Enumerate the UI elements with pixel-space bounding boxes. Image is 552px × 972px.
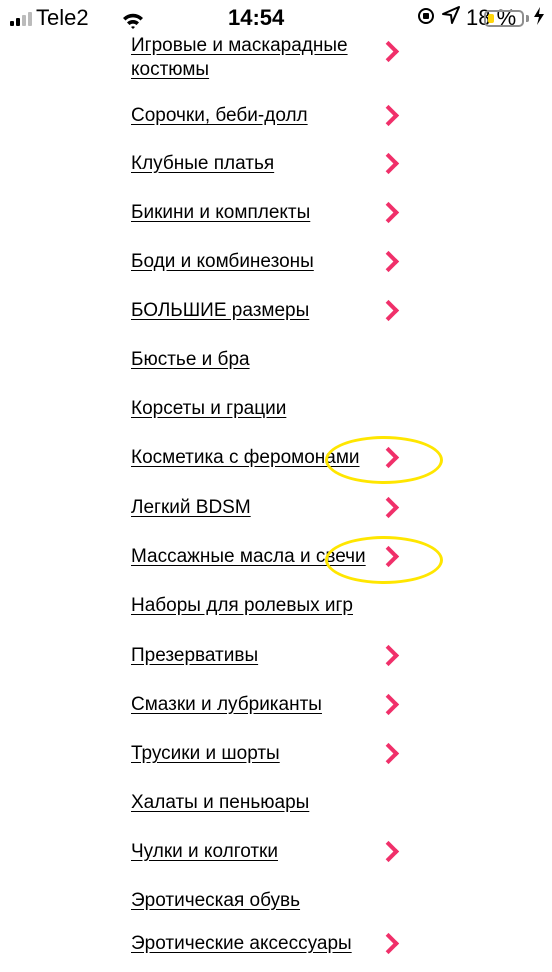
menu-item-label[interactable]: Халаты и пеньюары (131, 792, 309, 813)
menu-item-label[interactable]: Смазки и лубриканты (131, 694, 322, 715)
menu-item[interactable]: Презервативы (131, 644, 421, 684)
signal-icon (10, 12, 32, 26)
menu-item-label[interactable]: Косметика с феромонами (131, 447, 360, 468)
menu-item[interactable]: Легкий BDSM (131, 496, 421, 536)
category-menu: Игровые и маскарадные костюмы Сорочки, б… (0, 0, 552, 962)
menu-item-label[interactable]: Бюстье и бра (131, 349, 250, 370)
menu-item[interactable]: Косметика с феромонами (131, 446, 421, 486)
menu-item[interactable]: Наборы для ролевых игр (131, 594, 421, 634)
menu-item-label[interactable]: Боди и комбинезоны (131, 251, 314, 272)
status-bar: Tele2 14:54 18 % (0, 0, 552, 36)
menu-item[interactable]: Смазки и лубриканты (131, 693, 421, 733)
menu-item[interactable]: Чулки и колготки (131, 840, 421, 880)
chevron-right-icon[interactable] (377, 840, 400, 863)
menu-item-label[interactable]: БОЛЬШИЕ размеры (131, 300, 309, 321)
menu-item-label[interactable]: Презервативы (131, 645, 258, 666)
menu-item[interactable]: Бикини и комплекты (131, 201, 421, 241)
menu-item[interactable]: Игровые и маскарадные костюмы (131, 34, 421, 84)
menu-item[interactable]: Клубные платья (131, 152, 421, 192)
battery-icon (484, 10, 524, 27)
battery-level (488, 14, 494, 23)
battery-tip (526, 15, 529, 22)
menu-item[interactable]: БОЛЬШИЕ размеры (131, 299, 421, 339)
menu-item[interactable]: Корсеты и грации (131, 397, 421, 437)
menu-item-label[interactable]: Массажные масла и свечи (131, 546, 366, 567)
chevron-right-icon[interactable] (377, 104, 400, 127)
chevron-right-icon[interactable] (377, 742, 400, 765)
carrier-name: Tele2 (36, 5, 89, 30)
chevron-right-icon[interactable] (377, 932, 400, 955)
menu-item-label[interactable]: Трусики и шорты (131, 743, 280, 764)
menu-item[interactable]: Массажные масла и свечи (131, 545, 421, 585)
chevron-right-icon[interactable] (377, 446, 400, 469)
menu-item-label[interactable]: Игровые и маскарадные костюмы (131, 34, 371, 82)
menu-item[interactable]: Эротические аксессуары (131, 932, 421, 972)
menu-item[interactable]: Эротическая обувь (131, 889, 421, 929)
menu-item-label[interactable]: Эротическая обувь (131, 890, 300, 911)
menu-item-label[interactable]: Чулки и колготки (131, 841, 278, 862)
chevron-right-icon[interactable] (377, 250, 400, 273)
chevron-right-icon[interactable] (377, 545, 400, 568)
menu-item-label[interactable]: Бикини и комплекты (131, 202, 310, 223)
chevron-right-icon[interactable] (377, 40, 400, 63)
chevron-right-icon[interactable] (377, 299, 400, 322)
menu-item-label[interactable]: Корсеты и грации (131, 398, 286, 419)
wifi-icon (122, 9, 144, 35)
chevron-right-icon[interactable] (377, 644, 400, 667)
chevron-right-icon[interactable] (377, 201, 400, 224)
menu-item[interactable]: Халаты и пеньюары (131, 791, 421, 831)
menu-item[interactable]: Боди и комбинезоны (131, 250, 421, 290)
clock-time: 14:54 (228, 5, 285, 30)
menu-item-label[interactable]: Клубные платья (131, 153, 274, 174)
menu-item-label[interactable]: Легкий BDSM (131, 497, 251, 518)
chevron-right-icon[interactable] (377, 496, 400, 519)
location-icon (442, 5, 460, 31)
rotation-lock-icon (418, 8, 434, 24)
charging-icon (533, 6, 545, 31)
menu-item-label[interactable]: Эротические аксессуары (131, 933, 352, 954)
chevron-right-icon[interactable] (377, 152, 400, 175)
menu-item-label[interactable]: Сорочки, беби-долл (131, 105, 308, 126)
menu-item[interactable]: Сорочки, беби-долл (131, 104, 421, 144)
menu-item-label[interactable]: Наборы для ролевых игр (131, 595, 353, 616)
menu-item[interactable]: Бюстье и бра (131, 348, 421, 388)
menu-item[interactable]: Трусики и шорты (131, 742, 421, 782)
chevron-right-icon[interactable] (377, 693, 400, 716)
